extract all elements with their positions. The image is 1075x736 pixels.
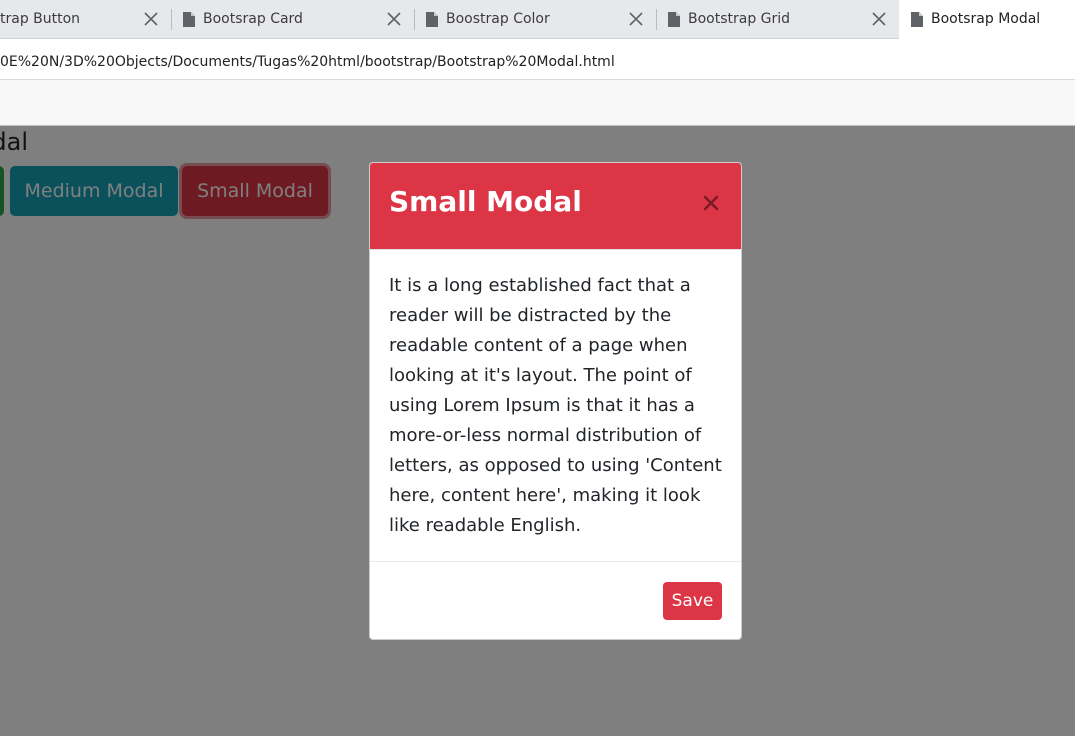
modal-title: Small Modal (389, 185, 582, 218)
tab-bootstrap-grid[interactable]: Bootstrap Grid (656, 0, 899, 39)
close-icon[interactable] (143, 11, 159, 27)
tab-bootstrap-card[interactable]: Bootsrap Card (171, 0, 414, 39)
tab-label: Bootsrap Modal (931, 11, 1041, 27)
tab-label: Bootstrap Grid (688, 11, 791, 27)
modal-footer: Save (370, 561, 741, 639)
tab-label: Boostrap Color (446, 11, 550, 27)
toolbar (0, 80, 1075, 126)
url-text[interactable]: 0E%20N/3D%20Objects/Documents/Tugas%20ht… (0, 54, 615, 70)
tab-bootstrap-modal[interactable]: Bootsrap Modal (899, 0, 1075, 40)
close-icon[interactable] (386, 11, 402, 27)
tab-separator (656, 9, 657, 30)
tab-separator (414, 9, 415, 30)
document-icon (911, 12, 923, 27)
tab-label: trap Button (0, 11, 81, 27)
tab-bootstrap-button[interactable]: trap Button (0, 0, 171, 39)
document-icon (426, 12, 438, 27)
document-icon (668, 12, 680, 27)
tab-separator (171, 9, 172, 30)
modal-body-text: It is a long established fact that a rea… (389, 275, 722, 536)
close-icon[interactable] (702, 194, 720, 212)
tab-label: Bootsrap Card (203, 11, 303, 27)
save-button[interactable]: Save (663, 582, 722, 620)
tab-bar: trap Button Bootsrap Card Boostrap Color (0, 0, 1075, 40)
small-modal-dialog: Small Modal It is a long established fac… (369, 162, 742, 640)
close-icon[interactable] (871, 11, 887, 27)
tab-bootstrap-color[interactable]: Boostrap Color (414, 0, 656, 39)
document-icon (183, 12, 195, 27)
modal-header: Small Modal (370, 163, 741, 250)
close-icon[interactable] (628, 11, 644, 27)
address-bar[interactable]: 0E%20N/3D%20Objects/Documents/Tugas%20ht… (0, 39, 1075, 80)
